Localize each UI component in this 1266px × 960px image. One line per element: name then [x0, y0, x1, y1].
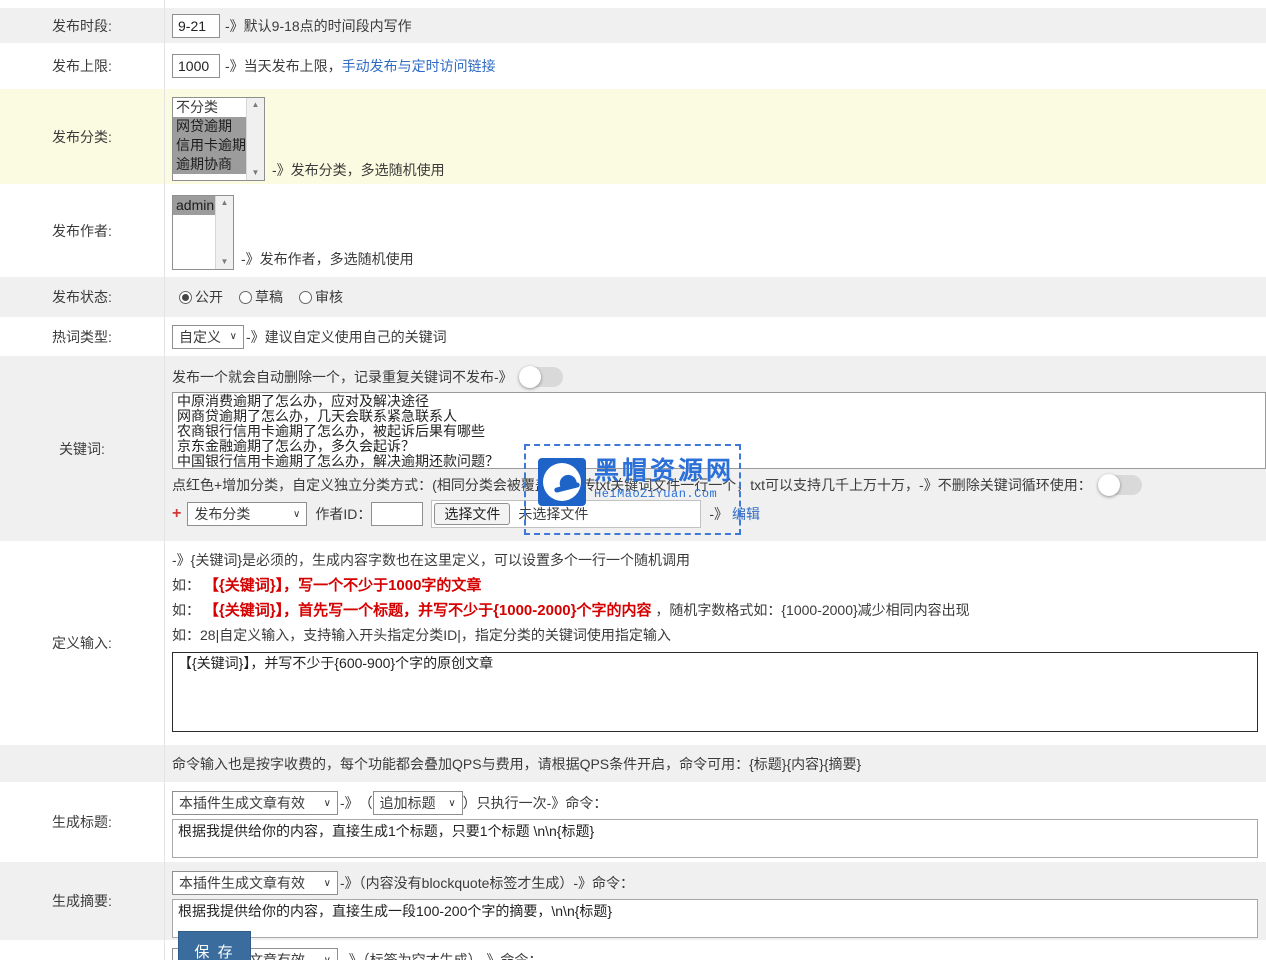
row-top-strip	[0, 0, 1266, 8]
keep-keywords-toggle[interactable]	[1098, 475, 1142, 495]
gen-summary-desc: -》（内容没有blockquote标签才生成）-》命令：	[340, 873, 634, 893]
publish-category-desc: -》发布分类，多选随机使用	[272, 159, 445, 181]
category-option[interactable]: 逾期协商	[173, 155, 246, 174]
edit-link[interactable]: 编辑	[732, 504, 760, 524]
publish-time-input[interactable]	[172, 14, 220, 38]
author-option[interactable]: admin	[173, 196, 215, 215]
plugin-settings-page: 发布时段: -》默认9-18点的时间段内写作 发布上限: -》当天发布上限， 手…	[0, 0, 1266, 960]
scroll-up-icon[interactable]: ▲	[252, 98, 260, 112]
row-gen-summary: 生成摘要: 本插件生成文章有效 ∨ -》（内容没有blockquote标签才生成…	[0, 862, 1266, 940]
chevron-down-icon: ∨	[324, 878, 331, 889]
publish-time-label: 发布时段:	[0, 8, 165, 43]
auto-delete-toggle[interactable]	[519, 367, 563, 387]
category-option[interactable]: 网贷逾期	[173, 117, 246, 136]
publish-limit-desc: -》当天发布上限，	[225, 56, 342, 76]
scroll-down-icon[interactable]: ▼	[252, 166, 260, 180]
gen-title-label: 生成标题:	[0, 782, 165, 862]
auto-delete-toggle-label: 发布一个就会自动删除一个，记录重复关键词不发布-》	[172, 367, 513, 387]
file-status-text: 未选择文件	[518, 504, 588, 524]
keywords-label: 关键词:	[0, 356, 165, 541]
publish-author-desc: -》发布作者，多选随机使用	[241, 248, 414, 270]
row-hotword-type: 热词类型: 自定义 ∨ -》建议自定义使用自己的关键词	[0, 317, 1266, 356]
row-publish-author: 发布作者: admin ▲ ▼ -》发布作者，多选随机使用	[0, 184, 1266, 277]
status-radio-public[interactable]: 公开	[179, 287, 223, 307]
category-listbox[interactable]: 不分类 网贷逾期 信用卡逾期 逾期协商 ▲ ▼	[172, 97, 265, 181]
scroll-up-icon[interactable]: ▲	[221, 196, 229, 210]
keyword-category-select[interactable]: 发布分类 ∨	[187, 502, 307, 526]
publish-status-label: 发布状态:	[0, 277, 165, 317]
define-example-red: 【{关键词}】，首先写一个标题，并写不少于{1000-2000}个字的内容	[204, 602, 652, 619]
status-radio-review[interactable]: 审核	[299, 287, 343, 307]
hotword-type-select[interactable]: 自定义 ∨	[172, 325, 244, 349]
hotword-type-desc: -》建议自定义使用自己的关键词	[246, 327, 447, 347]
publish-category-label: 发布分类:	[0, 89, 165, 184]
define-hint-4: 如：28|自定义输入，支持输入开头指定分类ID|，指定分类的关键词使用指定输入	[172, 623, 1266, 648]
qps-note-text: 命令输入也是按字收费的，每个功能都会叠加QPS与费用，请根据QPS条件开启，命令…	[172, 754, 861, 774]
publish-author-label: 发布作者:	[0, 184, 165, 277]
author-listbox[interactable]: admin ▲ ▼	[172, 195, 234, 270]
gen-last-desc: -》（标签为空才生成）-》命令：	[344, 950, 542, 960]
chevron-down-icon: ∨	[448, 798, 455, 809]
radio-icon	[299, 291, 312, 304]
author-scrollbar[interactable]: ▲ ▼	[215, 196, 233, 269]
category-option[interactable]: 不分类	[173, 98, 246, 117]
add-category-button[interactable]: +	[172, 505, 181, 523]
gen-title-append-select[interactable]: 追加标题 ∨	[373, 791, 463, 815]
publish-time-desc: -》默认9-18点的时间段内写作	[225, 16, 412, 36]
chevron-down-icon: ∨	[324, 955, 331, 960]
define-hint-1: -》{关键词}是必须的，生成内容字数也在这里定义，可以设置多个一行一个随机调用	[172, 548, 1266, 573]
chevron-down-icon: ∨	[324, 798, 331, 809]
row-define-input: 定义输入: -》{关键词}是必须的，生成内容字数也在这里定义，可以设置多个一行一…	[0, 541, 1266, 745]
gen-summary-command-textarea[interactable]: 根据我提供给你的内容，直接生成一段100-200个字的摘要，\n\n{标题}	[172, 899, 1258, 938]
keywords-hint-text: 点红色+增加分类，自定义独立分类方式：(相同分类会被覆盖)，上传txt关键词文件…	[172, 475, 1092, 495]
scroll-down-icon[interactable]: ▼	[221, 255, 229, 269]
row-gen-title: 生成标题: 本插件生成文章有效 ∨ -》 （ 追加标题 ∨ ） 只执行一次-》命…	[0, 782, 1266, 862]
keywords-textarea[interactable]: 中原消费逾期了怎么办，应对及解决途径 网商贷逾期了怎么办，几天会联系紧急联系人 …	[172, 392, 1266, 469]
category-option[interactable]: 信用卡逾期	[173, 136, 246, 155]
row-publish-time: 发布时段: -》默认9-18点的时间段内写作	[0, 8, 1266, 43]
chevron-down-icon: ∨	[230, 331, 237, 342]
publish-limit-label: 发布上限:	[0, 43, 165, 89]
author-id-input[interactable]	[371, 502, 423, 526]
radio-icon	[179, 291, 192, 304]
gen-summary-label: 生成摘要:	[0, 862, 165, 940]
define-input-textarea[interactable]: 【{关键词}】，并写不少于{600-900}个字的原创文章	[172, 652, 1258, 732]
publish-limit-input[interactable]	[172, 54, 220, 78]
chevron-down-icon: ∨	[293, 509, 300, 520]
define-input-label: 定义输入:	[0, 541, 165, 745]
gen-title-command-textarea[interactable]: 根据我提供给你的内容，直接生成1个标题，只要1个标题 \n\n{标题}	[172, 819, 1258, 858]
category-scrollbar[interactable]: ▲ ▼	[246, 98, 264, 180]
row-publish-status: 发布状态: 公开 草稿 审核	[0, 277, 1266, 317]
gen-title-mode-select[interactable]: 本插件生成文章有效 ∨	[172, 791, 338, 815]
hotword-type-label: 热词类型:	[0, 317, 165, 356]
author-id-label: 作者ID：	[315, 504, 371, 524]
define-hint-3: 如： 【{关键词}】，首先写一个标题，并写不少于{1000-2000}个字的内容…	[172, 598, 1266, 623]
choose-file-button[interactable]: 选择文件	[434, 503, 510, 525]
manual-publish-link[interactable]: 手动发布与定时访问链接	[342, 56, 496, 76]
gen-title-desc: 只执行一次-》命令：	[477, 793, 608, 813]
row-keywords: 关键词: 发布一个就会自动删除一个，记录重复关键词不发布-》 中原消费逾期了怎么…	[0, 356, 1266, 541]
define-example-red: 【{关键词}】，写一个不少于1000字的文章	[204, 577, 482, 594]
row-publish-category: 发布分类: 不分类 网贷逾期 信用卡逾期 逾期协商 ▲ ▼ -》发布分类，多选随…	[0, 89, 1266, 184]
row-publish-limit: 发布上限: -》当天发布上限， 手动发布与定时访问链接	[0, 43, 1266, 89]
gen-summary-mode-select[interactable]: 本插件生成文章有效 ∨	[172, 871, 338, 895]
row-qps-note: 命令输入也是按字收费的，每个功能都会叠加QPS与费用，请根据QPS条件开启，命令…	[0, 745, 1266, 782]
status-radio-draft[interactable]: 草稿	[239, 287, 283, 307]
define-hint-2: 如： 【{关键词}】，写一个不少于1000字的文章	[172, 573, 1266, 598]
edit-arrow-text: -》	[709, 504, 728, 524]
save-button[interactable]: 保 存	[178, 931, 251, 960]
radio-icon	[239, 291, 252, 304]
file-input-group[interactable]: 选择文件 未选择文件	[431, 500, 701, 528]
